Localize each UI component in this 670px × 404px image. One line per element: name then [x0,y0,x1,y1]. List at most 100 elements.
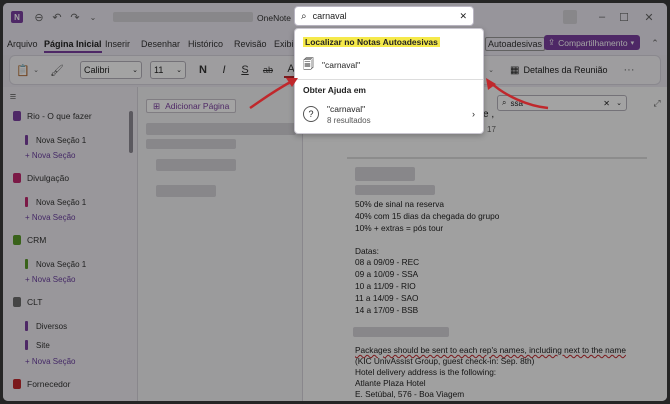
close-icon[interactable]: ✕ [459,11,467,22]
strikethrough-button[interactable]: ab [260,62,276,78]
notebook-fornecedor[interactable]: Fornecedor [7,375,70,393]
find-box[interactable]: ⌕ ssa ✕ ⌄ [497,95,627,111]
bold-button[interactable]: N [196,62,210,78]
menu-desenhar[interactable]: Desenhar [141,39,180,49]
section-heading: Localizar no Notas Autoadesivas [303,37,440,47]
help-result-item[interactable]: ? "carnaval" 8 resultados › [303,99,477,129]
search-icon: ⌕ [502,98,507,107]
notebook-icon [13,111,21,121]
new-section-label: Nova Seção [31,275,76,284]
notebook-label: Rio - O que fazer [27,111,92,121]
expand-icon[interactable]: ⤢ [651,97,663,109]
search-result-item[interactable]: 🗐 "carnaval" [303,54,477,76]
collapse-ribbon-icon[interactable]: ⌃ [650,38,660,48]
menu-revisao[interactable]: Revisão [234,39,267,49]
menu-historico[interactable]: Histórico [188,39,223,49]
sidebar-scrollbar[interactable] [129,111,133,153]
search-box[interactable]: ⌕ carnaval ✕ [294,6,474,26]
new-section-label: Nova Seção [31,357,76,366]
note-line: 50% de sinal na reserva [355,199,445,209]
back-icon[interactable]: ⊖ [33,11,45,24]
chevron-down-icon: ⌄ [176,67,182,74]
redo-icon[interactable]: ↷ [69,11,81,24]
notebook-rio[interactable]: Rio - O que fazer [7,107,92,125]
close-icon[interactable]: ✕ [603,99,610,108]
menu-arquivo[interactable]: Arquivo [7,39,38,49]
notebook-icon [13,297,21,307]
paste-icon[interactable]: 📋 [16,63,30,77]
italic-button[interactable]: I [217,62,231,78]
note-line: 11 a 14/09 - SAO [355,293,419,303]
chevron-right-icon: › [472,109,475,119]
font-size-select[interactable]: 11 ⌄ [150,61,186,79]
page-item[interactable] [146,123,296,135]
section-color-bar [25,340,28,350]
note-line: E. Setúbal, 576 - Boa Viagem [355,389,465,399]
chevron-down-icon: ▾ [630,39,635,47]
section-label: Site [36,340,50,350]
font-name-select[interactable]: Calibri ⌄ [80,61,142,79]
new-section-button[interactable]: + Nova Seção [25,213,76,222]
chevron-down-icon[interactable]: ⌄ [486,64,496,76]
add-page-label: Adicionar Página [165,101,230,111]
note-container-border [347,157,647,159]
meeting-details-button[interactable]: ▦ Detalhes da Reunião [510,62,608,78]
section-item[interactable]: Site [25,338,50,352]
notebook-icon [13,235,21,245]
notebook-divulgacao[interactable]: Divulgação [7,169,69,187]
section-item[interactable]: Diversos [25,319,67,333]
section-item[interactable]: Nova Seção 1 [25,133,86,147]
page-item[interactable] [156,185,216,197]
note-line: Hotel delivery address is the following: [355,367,497,377]
page-item[interactable] [146,139,236,149]
share-label: Compartilhamento [558,37,628,48]
underline-button[interactable]: S [238,62,252,78]
section-color-bar [25,259,28,269]
page-title-fragment: e , [483,109,495,120]
section-item[interactable]: Nova Seção 1 [25,195,86,209]
notebook-crm[interactable]: CRM [7,231,46,249]
search-input[interactable]: carnaval [313,11,460,21]
chevron-down-icon[interactable]: ⌄ [32,64,40,76]
hamburger-icon[interactable]: ≡ [7,91,19,103]
font-size-value: 11 [154,65,164,75]
notebook-clt[interactable]: CLT [7,293,42,311]
blurred-title [113,12,253,22]
note-line: 09 a 10/09 - SSA [355,269,419,279]
page-item[interactable] [156,159,236,171]
menu-inserir[interactable]: Inserir [105,39,130,49]
note-line: Packages should be sent to each rep's na… [355,345,626,355]
minimize-icon[interactable]: – [596,11,608,23]
page-date-fragment: 17 [487,125,496,134]
maximize-icon[interactable]: ☐ [618,11,630,24]
close-icon[interactable]: ✕ [643,11,655,24]
search-results-panel: Localizar no Notas Autoadesivas 🗐 "carna… [294,28,484,134]
format-painter-icon[interactable]: 🖌 [50,63,64,77]
new-section-button[interactable]: + Nova Seção [25,357,76,366]
note-line: 14 a 17/09 - BSB [355,305,419,315]
more-options-icon[interactable]: ··· [622,62,636,78]
note-line: 10 a 11/09 - RIO [355,281,416,291]
add-page-button[interactable]: ⊞ Adicionar Página [146,99,236,113]
note-line: Atlante Plaza Hotel [355,378,426,388]
notebook-icon [13,379,21,389]
share-button[interactable]: ⇪ Compartilhamento ▾ [544,35,640,50]
section-item[interactable]: Nova Seção 1 [25,257,86,271]
chevron-down-icon[interactable]: ⌄ [87,11,99,23]
result-count: 8 resultados [327,115,371,125]
section-color-bar [25,135,28,145]
new-section-button[interactable]: + Nova Seção [25,151,76,160]
menu-pagina-inicial[interactable]: Página Inicial [44,39,102,53]
meeting-details-label: Detalhes da Reunião [523,65,608,75]
page-list: ⊞ Adicionar Página [138,87,303,401]
chevron-down-icon[interactable]: ⌄ [616,99,622,107]
undo-icon[interactable]: ↶ [51,11,63,24]
page-search-icon: 🗐 [303,58,314,71]
menu-autoadesivas[interactable]: Autoadesivas [485,37,546,51]
note-content: ⌕ ssa ✕ ⌄ ⤢ e , 17 50% de sinal na reser… [303,87,667,401]
font-name-value: Calibri [84,65,110,75]
new-section-button[interactable]: + Nova Seção [25,275,76,284]
notebook-label: CRM [27,235,47,245]
user-avatar[interactable] [563,10,577,24]
help-result-text: "carnaval" 8 resultados [327,104,371,125]
